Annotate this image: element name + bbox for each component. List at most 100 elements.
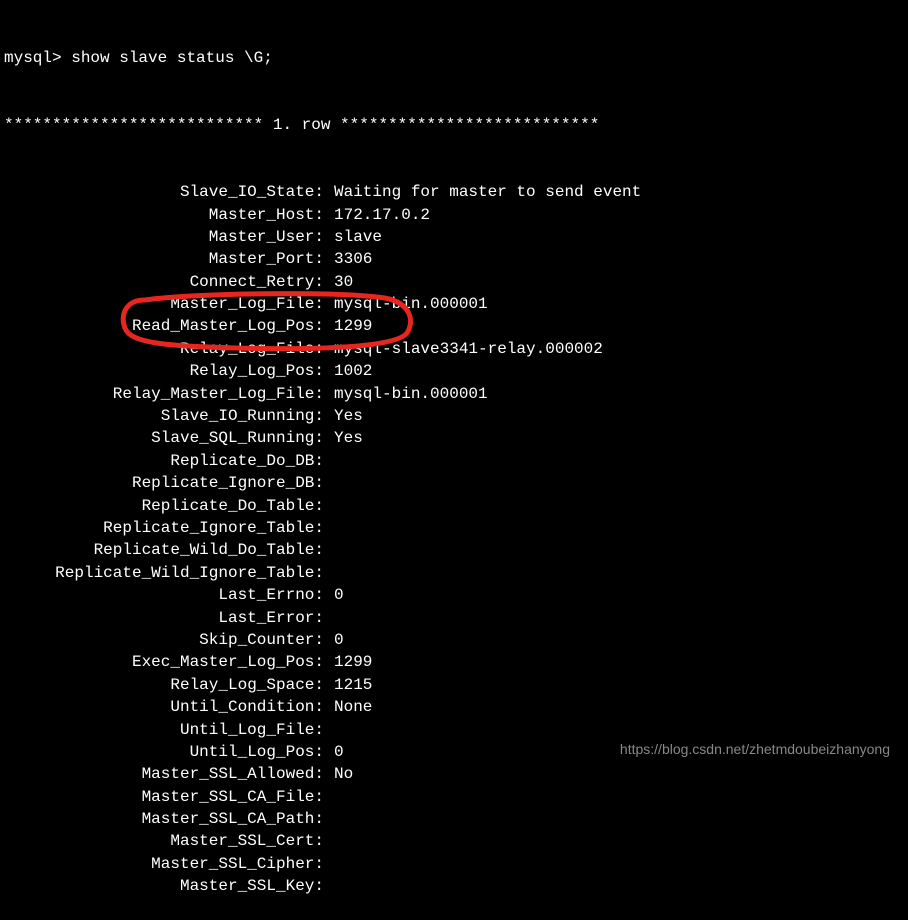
field-label: Last_Error: [4, 607, 324, 629]
field-label: Skip_Counter: [4, 629, 324, 651]
field-label: Master_SSL_CA_Path: [4, 808, 324, 830]
field-value: None [324, 696, 372, 718]
row-separator: *************************** 1. row *****… [4, 114, 904, 136]
field-row: Relay_Master_Log_File:mysql-bin.000001 [4, 383, 904, 405]
field-value [324, 517, 334, 539]
field-label: Master_Log_File: [4, 293, 324, 315]
field-value [324, 539, 334, 561]
field-value: 172.17.0.2 [324, 204, 430, 226]
field-label: Master_Host: [4, 204, 324, 226]
field-row: Replicate_Ignore_Table: [4, 517, 904, 539]
field-row: Master_SSL_Key: [4, 875, 904, 897]
field-row: Master_SSL_CA_File: [4, 786, 904, 808]
field-label: Relay_Log_Space: [4, 674, 324, 696]
field-row: Until_Condition:None [4, 696, 904, 718]
field-value: 1299 [324, 651, 372, 673]
field-label: Replicate_Wild_Ignore_Table: [4, 562, 324, 584]
fields-container: Slave_IO_State:Waiting for master to sen… [4, 181, 904, 898]
field-label: Until_Log_Pos: [4, 741, 324, 763]
field-label: Master_SSL_CA_File: [4, 786, 324, 808]
field-value: Yes [324, 427, 363, 449]
field-value [324, 562, 334, 584]
field-value: 1299 [324, 315, 372, 337]
field-value [324, 450, 334, 472]
field-row: Exec_Master_Log_Pos:1299 [4, 651, 904, 673]
field-value: 0 [324, 584, 344, 606]
field-label: Replicate_Ignore_DB: [4, 472, 324, 494]
mysql-prompt: mysql> [4, 47, 71, 69]
field-label: Last_Errno: [4, 584, 324, 606]
field-value [324, 495, 334, 517]
field-row: Slave_IO_State:Waiting for master to sen… [4, 181, 904, 203]
field-value [324, 607, 334, 629]
field-value [324, 808, 334, 830]
field-label: Relay_Log_Pos: [4, 360, 324, 382]
field-label: Until_Condition: [4, 696, 324, 718]
field-row: Master_User:slave [4, 226, 904, 248]
field-row: Read_Master_Log_Pos:1299 [4, 315, 904, 337]
command-line: mysql> show slave status \G; [4, 47, 904, 69]
field-value: 0 [324, 741, 344, 763]
field-row: Slave_IO_Running:Yes [4, 405, 904, 427]
field-value: slave [324, 226, 382, 248]
field-row: Connect_Retry:30 [4, 271, 904, 293]
field-label: Master_SSL_Allowed: [4, 763, 324, 785]
field-label: Slave_IO_Running: [4, 405, 324, 427]
field-value: mysql-bin.000001 [324, 383, 488, 405]
field-row: Relay_Log_File:mysql-slave3341-relay.000… [4, 338, 904, 360]
field-label: Replicate_Wild_Do_Table: [4, 539, 324, 561]
field-row: Slave_SQL_Running:Yes [4, 427, 904, 449]
field-label: Master_SSL_Cert: [4, 830, 324, 852]
field-label: Relay_Log_File: [4, 338, 324, 360]
watermark-text: https://blog.csdn.net/zhetmdoubeizhanyon… [620, 740, 890, 760]
field-row: Replicate_Do_DB: [4, 450, 904, 472]
field-row: Last_Errno:0 [4, 584, 904, 606]
field-label: Until_Log_File: [4, 719, 324, 741]
field-value: 1002 [324, 360, 372, 382]
field-value [324, 786, 334, 808]
field-row: Master_Log_File:mysql-bin.000001 [4, 293, 904, 315]
field-value [324, 472, 334, 494]
field-value: 3306 [324, 248, 372, 270]
field-label: Slave_IO_State: [4, 181, 324, 203]
field-label: Master_User: [4, 226, 324, 248]
field-row: Relay_Log_Pos:1002 [4, 360, 904, 382]
field-row: Replicate_Do_Table: [4, 495, 904, 517]
field-row: Replicate_Ignore_DB: [4, 472, 904, 494]
field-value: mysql-bin.000001 [324, 293, 488, 315]
field-value: Waiting for master to send event [324, 181, 641, 203]
field-row: Master_Host:172.17.0.2 [4, 204, 904, 226]
field-label: Connect_Retry: [4, 271, 324, 293]
field-label: Replicate_Ignore_Table: [4, 517, 324, 539]
field-value: 1215 [324, 674, 372, 696]
field-row: Master_SSL_Cert: [4, 830, 904, 852]
terminal-output[interactable]: mysql> show slave status \G; ***********… [4, 2, 904, 920]
field-label: Master_SSL_Cipher: [4, 853, 324, 875]
field-row: Last_Error: [4, 607, 904, 629]
field-label: Slave_SQL_Running: [4, 427, 324, 449]
field-label: Read_Master_Log_Pos: [4, 315, 324, 337]
field-row: Skip_Counter:0 [4, 629, 904, 651]
field-label: Relay_Master_Log_File: [4, 383, 324, 405]
field-value [324, 719, 334, 741]
field-value: Yes [324, 405, 363, 427]
field-row: Master_SSL_Cipher: [4, 853, 904, 875]
field-value: mysql-slave3341-relay.000002 [324, 338, 603, 360]
field-row: Relay_Log_Space:1215 [4, 674, 904, 696]
field-label: Master_Port: [4, 248, 324, 270]
field-row: Master_Port:3306 [4, 248, 904, 270]
field-value [324, 830, 334, 852]
field-label: Exec_Master_Log_Pos: [4, 651, 324, 673]
command-text: show slave status \G; [71, 47, 273, 69]
field-value [324, 853, 334, 875]
field-value [324, 875, 334, 897]
field-row: Replicate_Wild_Ignore_Table: [4, 562, 904, 584]
field-row: Master_SSL_CA_Path: [4, 808, 904, 830]
field-label: Replicate_Do_DB: [4, 450, 324, 472]
field-value: 30 [324, 271, 353, 293]
field-label: Master_SSL_Key: [4, 875, 324, 897]
field-row: Master_SSL_Allowed:No [4, 763, 904, 785]
field-value: 0 [324, 629, 344, 651]
field-row: Replicate_Wild_Do_Table: [4, 539, 904, 561]
field-value: No [324, 763, 353, 785]
